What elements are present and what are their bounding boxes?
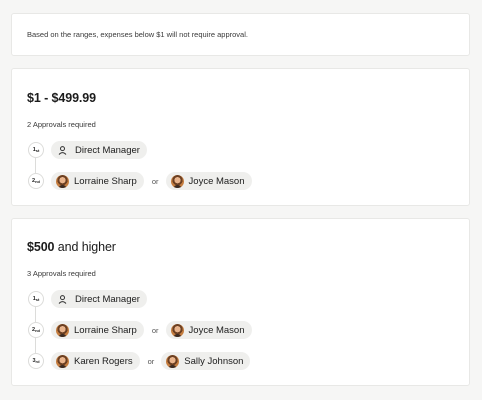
range-title-suffix: and higher (54, 240, 116, 254)
approval-step-row: 1st Direct Manager (28, 141, 147, 159)
approver-name: Joyce Mason (188, 175, 245, 187)
approval-step-row: 2nd Lorraine Sharp or Joyce Mason (28, 321, 252, 339)
step-number-badge: 1st (28, 291, 44, 307)
approver-name: Karen Rogers (74, 355, 133, 367)
avatar (170, 174, 184, 188)
approvals-required-count: 3 Approvals required (27, 269, 96, 278)
approval-step-row: 2nd Lorraine Sharp or Joyce Mason (28, 172, 252, 190)
approval-range-card: $1 - $499.99 2 Approvals required 1st Di… (11, 68, 470, 206)
approver-name: Joyce Mason (188, 324, 245, 336)
approver-name: Lorraine Sharp (74, 324, 137, 336)
avatar (56, 323, 69, 337)
step-number-badge: 2nd (28, 322, 44, 338)
approver-chip-user[interactable]: Karen Rogers (51, 352, 140, 370)
approver-name: Direct Manager (75, 144, 140, 156)
approver-chip-user[interactable]: Sally Johnson (161, 352, 251, 370)
avatar (170, 323, 184, 337)
approver-name: Lorraine Sharp (74, 175, 137, 187)
or-separator: or (151, 176, 159, 186)
approvals-required-count: 2 Approvals required (27, 120, 96, 129)
or-separator: or (147, 356, 155, 366)
step-number-badge: 3rd (28, 353, 44, 369)
approver-chip-user[interactable]: Lorraine Sharp (51, 321, 144, 339)
avatar (56, 354, 69, 368)
range-title-amount: $1 - $499.99 (27, 91, 96, 105)
approver-chip-direct-manager[interactable]: Direct Manager (51, 290, 147, 308)
approval-step-row: 1st Direct Manager (28, 290, 147, 308)
approval-range-card: $500 and higher 3 Approvals required 1st… (11, 218, 470, 386)
approver-chip-user[interactable]: Joyce Mason (165, 321, 252, 339)
approver-name: Sally Johnson (184, 355, 244, 367)
step-number-badge: 2nd (28, 173, 44, 189)
step-number-badge: 1st (28, 142, 44, 158)
approval-note-text: Based on the ranges, expenses below $1 w… (27, 30, 248, 39)
range-title: $500 and higher (27, 240, 116, 254)
person-icon (56, 293, 69, 306)
approver-chip-user[interactable]: Lorraine Sharp (51, 172, 144, 190)
approver-name: Direct Manager (75, 293, 140, 305)
approver-chip-direct-manager[interactable]: Direct Manager (51, 141, 147, 159)
avatar (56, 174, 69, 188)
avatar (166, 354, 180, 368)
range-title: $1 - $499.99 (27, 91, 96, 105)
approval-note-card: Based on the ranges, expenses below $1 w… (11, 13, 470, 56)
approver-chip-user[interactable]: Joyce Mason (165, 172, 252, 190)
range-title-amount: $500 (27, 240, 55, 254)
approval-step-row: 3rd Karen Rogers or Sally Johnson (28, 352, 251, 370)
person-icon (56, 144, 69, 157)
or-separator: or (151, 325, 159, 335)
